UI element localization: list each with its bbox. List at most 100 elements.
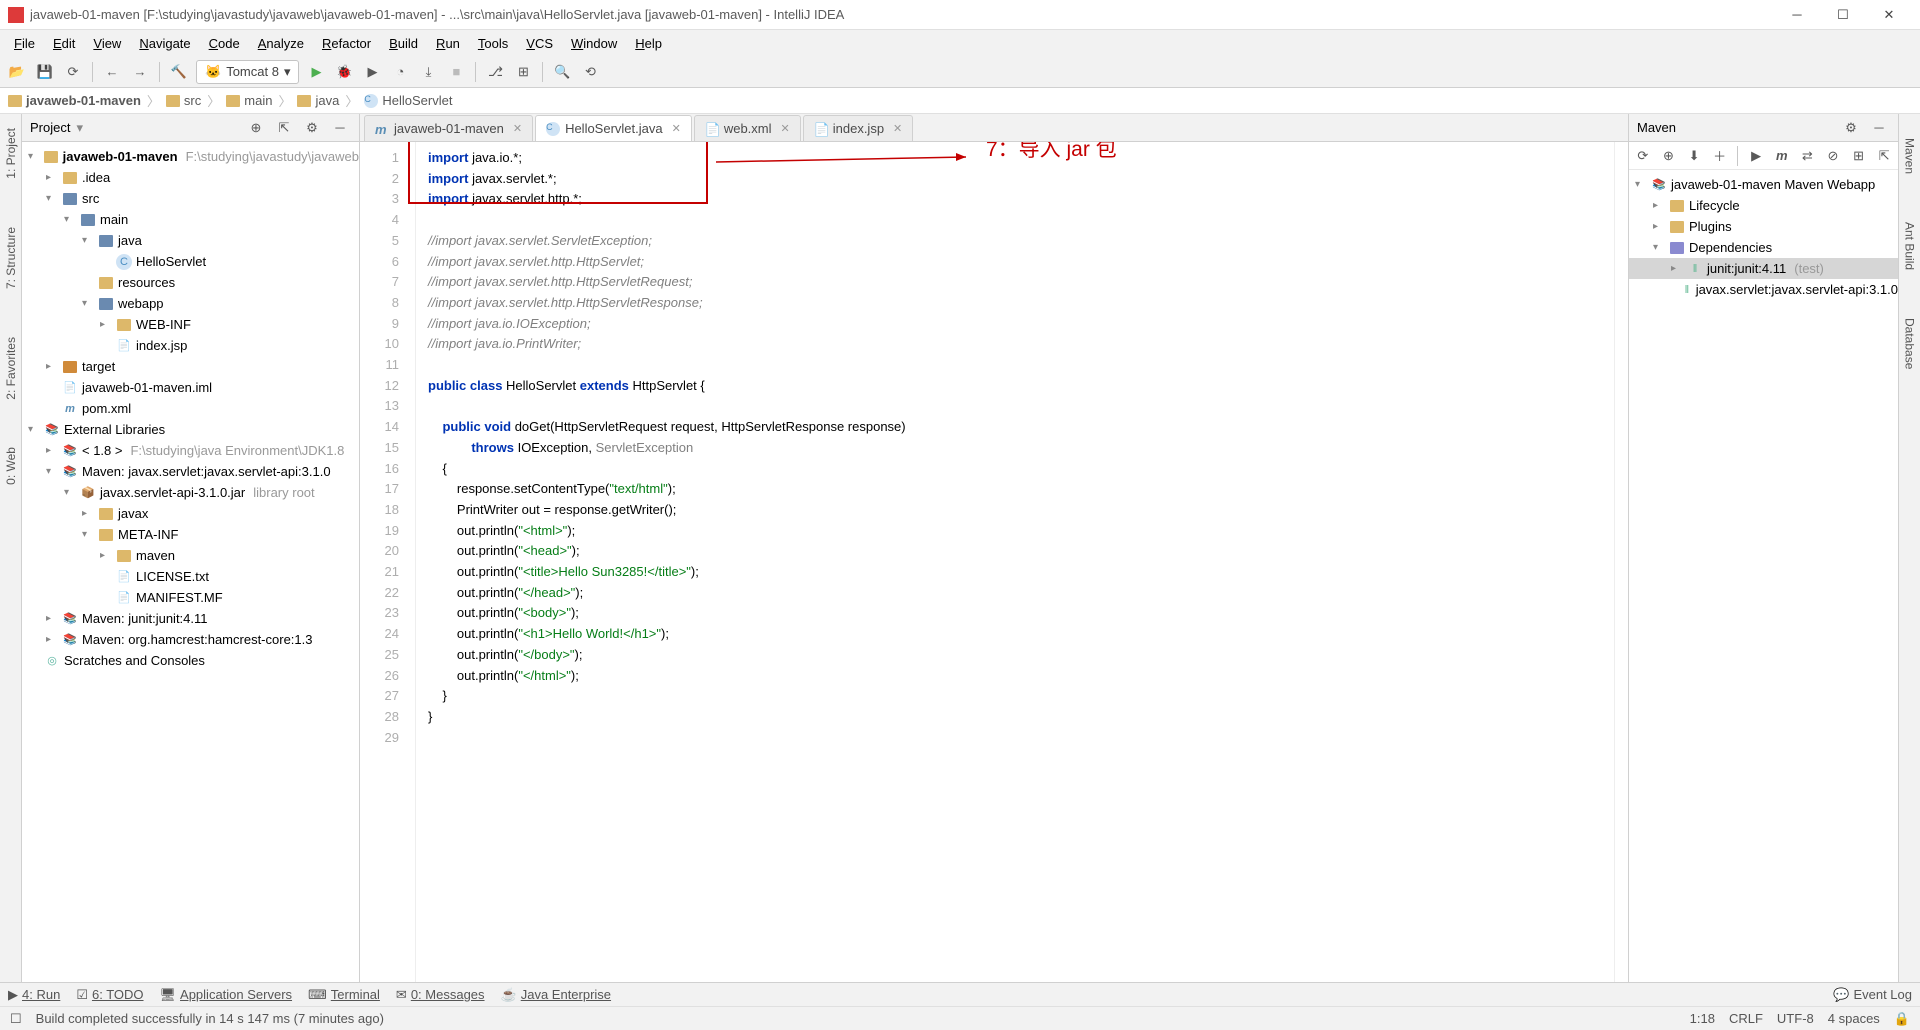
run-maven-icon[interactable]: ▶ [1746, 145, 1766, 167]
line-separator[interactable]: CRLF [1729, 1011, 1763, 1026]
tree-item[interactable]: 📄javaweb-01-maven.iml [22, 377, 359, 398]
coverage-icon[interactable]: ▶ [361, 61, 383, 83]
build-icon[interactable]: 🔨 [168, 61, 190, 83]
debug-icon[interactable]: 🐞 [333, 61, 355, 83]
tree-item[interactable]: ▾META-INF [22, 524, 359, 545]
reimport-icon[interactable]: ⟳ [1633, 145, 1653, 167]
menu-navigate[interactable]: Navigate [131, 33, 198, 54]
close-tab-icon[interactable]: ✕ [513, 122, 522, 135]
update-icon[interactable]: ⟲ [579, 61, 601, 83]
menu-code[interactable]: Code [201, 33, 248, 54]
tree-item[interactable]: ▾main [22, 209, 359, 230]
tool-project[interactable]: 1: Project [4, 124, 18, 183]
tree-item[interactable]: mpom.xml [22, 398, 359, 419]
tree-item[interactable]: ‖javax.servlet:javax.servlet-api:3.1.0 [1629, 279, 1898, 300]
editor-tab[interactable]: 📄web.xml✕ [694, 115, 801, 141]
stop-icon[interactable]: ■ [445, 61, 467, 83]
breadcrumb-item[interactable]: javaweb-01-maven [8, 93, 141, 108]
tree-item[interactable]: ▸📚Maven: junit:junit:4.11 [22, 608, 359, 629]
generate-icon[interactable]: ⊕ [1659, 145, 1679, 167]
tree-item[interactable]: ▾java [22, 230, 359, 251]
tree-item[interactable]: ▾📚External Libraries [22, 419, 359, 440]
collapse-icon[interactable]: ⇱ [273, 117, 295, 139]
settings-icon[interactable]: ⚙ [301, 117, 323, 139]
download-icon[interactable]: ⬇ [1684, 145, 1704, 167]
add-icon[interactable]: ＋ [1710, 145, 1730, 167]
menu-tools[interactable]: Tools [470, 33, 516, 54]
bottom-tool-javaenterprise[interactable]: ☕Java Enterprise [501, 987, 612, 1003]
tree-item[interactable]: ◎Scratches and Consoles [22, 650, 359, 671]
bottom-tool-run[interactable]: ▶4: Run [8, 987, 60, 1003]
close-tab-icon[interactable]: ✕ [893, 122, 902, 135]
forward-icon[interactable]: → [129, 61, 151, 83]
dependencies-icon[interactable]: ⊞ [1849, 145, 1869, 167]
tool-structure[interactable]: 7: Structure [4, 223, 18, 293]
indent-info[interactable]: 4 spaces [1828, 1011, 1880, 1026]
profile-icon[interactable]: ◔ [389, 61, 411, 83]
bottom-tool-todo[interactable]: ☑6: TODO [76, 987, 143, 1003]
code-editor[interactable]: 1234567891011121314151617181920212223242… [360, 142, 1628, 982]
breadcrumb-item[interactable]: main [226, 93, 272, 108]
structure-icon[interactable]: ⊞ [512, 61, 534, 83]
tree-item[interactable]: 📄index.jsp [22, 335, 359, 356]
tree-item[interactable]: ▾📚javaweb-01-maven Maven Webapp [1629, 174, 1898, 195]
tree-item[interactable]: ▸.idea [22, 167, 359, 188]
close-button[interactable]: ✕ [1866, 0, 1912, 30]
tree-item[interactable]: ▸maven [22, 545, 359, 566]
error-stripe[interactable] [1614, 142, 1628, 982]
collapse-all-icon[interactable]: ⇱ [1874, 145, 1894, 167]
tree-item[interactable]: ▾📦javax.servlet-api-3.1.0.jarlibrary roo… [22, 482, 359, 503]
tree-item[interactable]: ▾webapp [22, 293, 359, 314]
sync-icon[interactable]: ⟳ [62, 61, 84, 83]
tree-item[interactable]: ▾📚Maven: javax.servlet:javax.servlet-api… [22, 461, 359, 482]
minimize-button[interactable]: ─ [1774, 0, 1820, 30]
menu-help[interactable]: Help [627, 33, 670, 54]
tree-item[interactable]: ▸‖junit:junit:4.11(test) [1629, 258, 1898, 279]
tool-maven[interactable]: Maven [1903, 134, 1917, 178]
caret-position[interactable]: 1:18 [1690, 1011, 1715, 1026]
tree-item[interactable]: ▸WEB-INF [22, 314, 359, 335]
bottom-tool-applicationservers[interactable]: 🖥Application Servers [160, 987, 293, 1003]
tree-item[interactable]: ▸📚< 1.8 >F:\studying\java Environment\JD… [22, 440, 359, 461]
tree-item[interactable]: ▾Dependencies [1629, 237, 1898, 258]
tree-item[interactable]: ▸Plugins [1629, 216, 1898, 237]
menu-run[interactable]: Run [428, 33, 468, 54]
lock-icon[interactable]: 🔒 [1894, 1011, 1910, 1027]
toggle-offline-icon[interactable]: ⇄ [1798, 145, 1818, 167]
menu-file[interactable]: File [6, 33, 43, 54]
menu-window[interactable]: Window [563, 33, 625, 54]
save-all-icon[interactable]: 💾 [34, 61, 56, 83]
tool-favorites[interactable]: 2: Favorites [4, 333, 18, 404]
search-icon[interactable]: 🔍 [551, 61, 573, 83]
editor-tab[interactable]: 📄index.jsp✕ [803, 115, 914, 141]
menu-refactor[interactable]: Refactor [314, 33, 379, 54]
maximize-button[interactable]: ☐ [1820, 0, 1866, 30]
bottom-tool-messages[interactable]: ✉0: Messages [396, 987, 485, 1003]
breadcrumb-item[interactable]: java [297, 93, 339, 108]
back-icon[interactable]: ← [101, 61, 123, 83]
attach-icon[interactable]: ⤓ [417, 61, 439, 83]
hide-icon[interactable]: ─ [329, 117, 351, 139]
editor-tab[interactable]: CHelloServlet.java✕ [535, 115, 692, 141]
close-tab-icon[interactable]: ✕ [672, 122, 681, 135]
hide-panel-icon[interactable]: ─ [1868, 117, 1890, 139]
tree-item[interactable]: CHelloServlet [22, 251, 359, 272]
gear-icon[interactable]: ⚙ [1840, 117, 1862, 139]
menu-view[interactable]: View [85, 33, 129, 54]
tree-item[interactable]: ▸📚Maven: org.hamcrest:hamcrest-core:1.3 [22, 629, 359, 650]
select-opened-icon[interactable]: ⊕ [245, 117, 267, 139]
file-encoding[interactable]: UTF-8 [1777, 1011, 1814, 1026]
open-icon[interactable]: 📂 [6, 61, 28, 83]
run-config-selector[interactable]: 🐱 Tomcat 8 ▾ [196, 60, 299, 84]
tree-item[interactable]: 📄MANIFEST.MF [22, 587, 359, 608]
breadcrumb-item[interactable]: src [166, 93, 201, 108]
bottom-tool-terminal[interactable]: ⌨Terminal [308, 987, 380, 1003]
tree-item[interactable]: ▸javax [22, 503, 359, 524]
tree-item[interactable]: 📄LICENSE.txt [22, 566, 359, 587]
close-tab-icon[interactable]: ✕ [781, 122, 790, 135]
maven-tree[interactable]: ▾📚javaweb-01-maven Maven Webapp▸Lifecycl… [1629, 170, 1898, 982]
editor-tab[interactable]: mjavaweb-01-maven✕ [364, 115, 533, 141]
tree-item[interactable]: ▸target [22, 356, 359, 377]
tool-database[interactable]: Database [1903, 314, 1917, 373]
maven-m-icon[interactable]: m [1772, 145, 1792, 167]
